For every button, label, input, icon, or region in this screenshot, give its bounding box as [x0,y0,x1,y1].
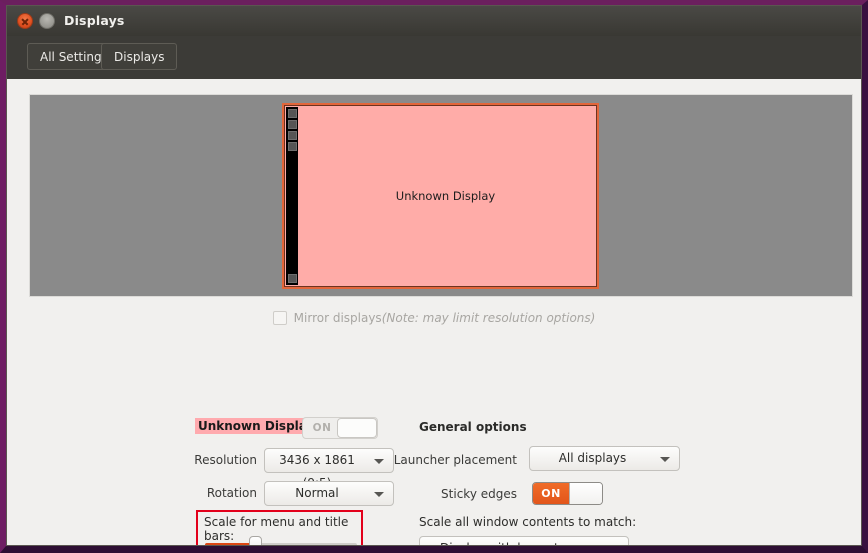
display-power-toggle[interactable]: ON [302,417,378,439]
window-title: Displays [64,13,125,28]
launcher-placement-value: All displays [558,451,627,465]
chevron-down-icon [660,457,670,462]
sticky-edges-toggle-label: ON [533,483,569,504]
general-options-heading: General options [419,420,527,434]
launcher-icon [287,274,297,283]
launcher-placement-label: Launcher placement [393,453,517,467]
sticky-edges-label: Sticky edges [441,487,517,501]
rotation-label: Rotation [206,486,257,500]
launcher-placement-dropdown[interactable]: All displays [529,446,680,471]
launcher-icon [287,142,297,151]
mirror-displays-note: (Note: may limit resolution options) [381,311,596,325]
display-power-toggle-label: ON [312,422,332,434]
monitor-preview[interactable]: Unknown Display [282,103,599,289]
sticky-edges-toggle[interactable]: ON [532,482,603,505]
scale-all-contents-value: Display with largest con [420,537,604,545]
toolbar: All Settings Displays [7,36,861,80]
resolution-value: 3436 x 1861 (9:5) [279,453,355,490]
launcher-icon [287,120,297,129]
rotation-value: Normal [295,486,339,500]
chevron-down-icon [374,492,384,497]
launcher-icon [287,109,297,118]
displays-button[interactable]: Displays [101,43,178,70]
launcher-icon [287,131,297,140]
resolution-label: Resolution [194,453,257,467]
mirror-displays-row[interactable]: Mirror displays(Note: may limit resoluti… [7,311,861,325]
sticky-edges-toggle-knob[interactable] [569,483,602,504]
scale-slider-thumb[interactable] [249,536,263,545]
display-name-label: Unknown Display [195,418,318,434]
monitor-preview-label: Unknown Display [395,189,496,203]
title-bar[interactable]: Displays [7,6,861,37]
rotation-dropdown[interactable]: Normal [264,481,394,506]
window-inner: Displays All Settings Displays Unknown D… [6,5,862,546]
scale-slider-fill [205,543,256,545]
scale-slider[interactable] [205,536,357,545]
close-icon[interactable] [17,13,33,29]
display-power-toggle-knob[interactable] [337,418,377,438]
mirror-displays-checkbox[interactable] [272,311,287,325]
scale-menu-titlebars-group: Scale for menu and title bars: 1.5 [196,510,363,545]
resolution-dropdown[interactable]: 3436 x 1861 (9:5) [264,448,394,490]
displays-window: Displays All Settings Displays Unknown D… [0,0,868,553]
content-area: Unknown Display Mirror displays(Note: ma… [7,79,861,545]
chevron-down-icon [374,459,384,464]
minimize-icon[interactable] [39,13,55,29]
scale-all-contents-label: Scale all window contents to match: [419,515,637,529]
display-preview-stage[interactable]: Unknown Display [29,94,853,297]
mirror-displays-label: Mirror displays [293,311,382,325]
scale-all-contents-dropdown[interactable]: Display with largest con [419,536,629,545]
